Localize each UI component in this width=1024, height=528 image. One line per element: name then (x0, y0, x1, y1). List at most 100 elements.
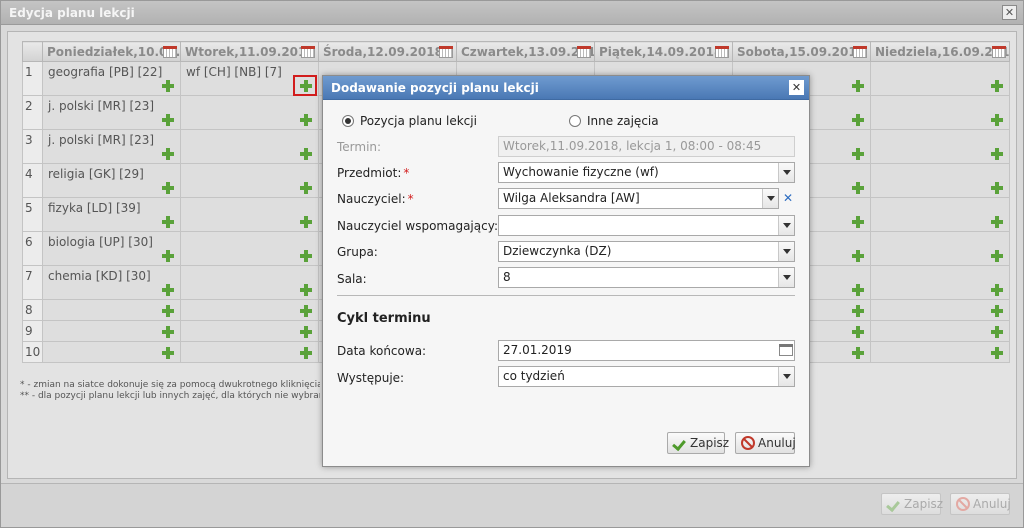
timetable-cell[interactable] (870, 129, 1010, 164)
timetable-cell[interactable]: wf [CH] [NB] [7] (180, 61, 319, 96)
clear-teacher-icon[interactable]: ✕ (781, 188, 795, 209)
calendar-icon[interactable] (779, 344, 793, 356)
calendar-icon[interactable] (163, 46, 177, 58)
add-lesson-icon[interactable] (300, 216, 312, 228)
calendar-icon[interactable] (992, 46, 1006, 58)
group-select[interactable]: Dziewczynka (DZ) (498, 241, 795, 262)
dialog-close-icon[interactable]: ✕ (789, 80, 804, 95)
timetable-cell[interactable] (180, 265, 319, 300)
add-lesson-icon[interactable] (991, 216, 1003, 228)
day-header[interactable]: Poniedziałek,10.09.20 (42, 41, 181, 62)
add-lesson-icon[interactable] (162, 250, 174, 262)
timetable-cell[interactable]: j. polski [MR] [23] (42, 95, 181, 130)
occurs-select[interactable]: co tydzień (498, 366, 795, 387)
add-lesson-icon[interactable] (300, 182, 312, 194)
add-lesson-icon[interactable] (300, 148, 312, 160)
chevron-down-icon[interactable] (778, 242, 794, 261)
add-lesson-icon[interactable] (852, 216, 864, 228)
dialog-save-button[interactable]: Zapisz (667, 432, 729, 454)
outer-close-icon[interactable]: ✕ (1002, 5, 1017, 20)
add-lesson-icon[interactable] (991, 148, 1003, 160)
timetable-cell[interactable] (180, 163, 319, 198)
calendar-icon[interactable] (301, 46, 315, 58)
day-header[interactable]: Czwartek,13.09.2018 (456, 41, 595, 62)
calendar-icon[interactable] (577, 46, 591, 58)
assistant-teacher-select[interactable] (498, 215, 795, 236)
add-lesson-icon[interactable] (162, 114, 174, 126)
timetable-cell[interactable] (870, 163, 1010, 198)
subject-select[interactable]: Wychowanie fizyczne (wf) (498, 162, 795, 183)
add-lesson-icon[interactable] (852, 182, 864, 194)
timetable-cell[interactable] (180, 341, 319, 363)
room-select[interactable]: 8 (498, 267, 795, 288)
add-lesson-icon[interactable] (300, 284, 312, 296)
calendar-icon[interactable] (715, 46, 729, 58)
chevron-down-icon[interactable] (762, 189, 778, 208)
timetable-cell[interactable] (42, 320, 181, 342)
add-lesson-icon[interactable] (852, 80, 864, 92)
dialog-cancel-button[interactable]: Anuluj (735, 432, 796, 454)
day-header[interactable]: Piątek,14.09.2018 (594, 41, 733, 62)
timetable-cell[interactable] (870, 95, 1010, 130)
add-lesson-icon[interactable] (991, 114, 1003, 126)
add-lesson-icon[interactable] (162, 326, 174, 338)
timetable-cell[interactable] (180, 95, 319, 130)
add-lesson-icon[interactable] (852, 148, 864, 160)
timetable-cell[interactable] (870, 265, 1010, 300)
day-header[interactable]: Wtorek,11.09.2018 (180, 41, 319, 62)
timetable-cell[interactable]: fizyka [LD] [39] (42, 197, 181, 232)
add-lesson-icon[interactable] (991, 250, 1003, 262)
timetable-cell[interactable] (870, 320, 1010, 342)
add-lesson-icon[interactable] (852, 114, 864, 126)
outer-save-button[interactable]: Zapisz (881, 493, 943, 515)
timetable-cell[interactable] (42, 341, 181, 363)
add-lesson-icon[interactable] (852, 305, 864, 317)
add-lesson-icon[interactable] (300, 114, 312, 126)
day-header[interactable]: Sobota,15.09.2018 (732, 41, 871, 62)
day-header[interactable]: Środa,12.09.2018 (318, 41, 457, 62)
timetable-cell[interactable] (870, 197, 1010, 232)
timetable-cell[interactable] (870, 231, 1010, 266)
end-date-field[interactable]: 27.01.2019 (498, 340, 795, 361)
add-lesson-icon[interactable] (300, 250, 312, 262)
add-lesson-icon[interactable] (300, 326, 312, 338)
timetable-cell[interactable] (180, 197, 319, 232)
add-lesson-icon[interactable] (852, 284, 864, 296)
add-lesson-icon[interactable] (991, 305, 1003, 317)
day-header[interactable]: Niedziela,16.09.2018 (870, 41, 1010, 62)
calendar-icon[interactable] (439, 46, 453, 58)
timetable-cell[interactable]: j. polski [MR] [23] (42, 129, 181, 164)
timetable-cell[interactable] (870, 299, 1010, 321)
timetable-cell[interactable] (180, 299, 319, 321)
radio-other-activities[interactable] (569, 115, 581, 127)
add-lesson-icon[interactable] (162, 347, 174, 359)
add-lesson-icon[interactable] (991, 284, 1003, 296)
timetable-cell[interactable] (180, 231, 319, 266)
radio-lesson-position[interactable] (342, 115, 354, 127)
add-lesson-icon[interactable] (162, 305, 174, 317)
outer-cancel-button[interactable]: Anuluj (950, 493, 1011, 515)
add-lesson-icon[interactable] (852, 326, 864, 338)
add-lesson-icon[interactable] (852, 347, 864, 359)
timetable-cell[interactable]: geografia [PB] [22] (42, 61, 181, 96)
add-lesson-icon[interactable] (162, 182, 174, 194)
teacher-select[interactable]: Wilga Aleksandra [AW] (498, 188, 779, 209)
timetable-cell[interactable] (180, 320, 319, 342)
add-lesson-icon[interactable] (162, 148, 174, 160)
add-lesson-icon[interactable] (991, 80, 1003, 92)
add-lesson-icon[interactable] (991, 182, 1003, 194)
add-lesson-icon[interactable] (991, 347, 1003, 359)
chevron-down-icon[interactable] (778, 216, 794, 235)
timetable-cell[interactable]: chemia [KD] [30] (42, 265, 181, 300)
timetable-cell[interactable] (870, 341, 1010, 363)
chevron-down-icon[interactable] (778, 268, 794, 287)
add-lesson-icon[interactable] (852, 250, 864, 262)
add-lesson-icon[interactable] (991, 326, 1003, 338)
chevron-down-icon[interactable] (778, 367, 794, 386)
calendar-icon[interactable] (853, 46, 867, 58)
add-lesson-icon[interactable] (162, 80, 174, 92)
timetable-cell[interactable]: biologia [UP] [30] (42, 231, 181, 266)
chevron-down-icon[interactable] (778, 163, 794, 182)
add-lesson-icon[interactable] (162, 216, 174, 228)
add-lesson-icon[interactable] (300, 347, 312, 359)
